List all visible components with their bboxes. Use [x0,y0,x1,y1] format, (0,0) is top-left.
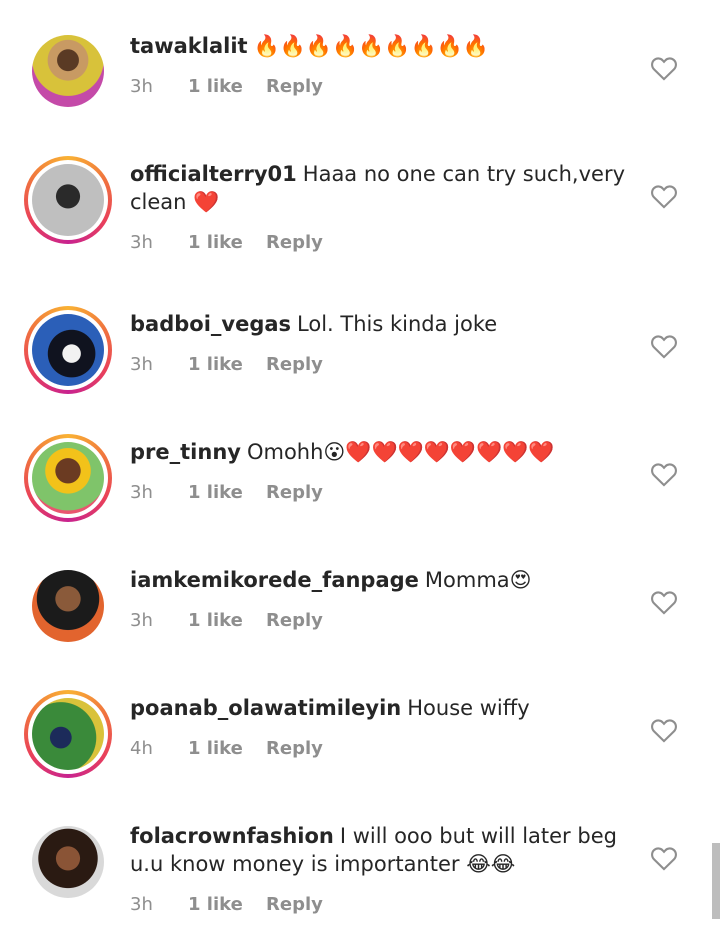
comment-username[interactable]: folacrownfashion [130,824,334,848]
comment-body: Omohh😮❤️❤️❤️❤️❤️❤️❤️❤️ [246,440,555,464]
story-ring [24,434,112,522]
comment-meta: 4h 1 like Reply [130,738,323,759]
story-ring [24,156,112,244]
comment-likes[interactable]: 1 like [188,738,266,759]
comment-time: 3h [130,482,153,503]
comment-meta: 3h 1 like Reply [130,354,323,375]
comment-meta: 3h 1 like Reply [130,76,323,97]
comment-likes[interactable]: 1 like [188,354,266,375]
comment-likes[interactable]: 1 like [188,76,266,97]
reply-button[interactable]: Reply [266,354,323,375]
comment-username[interactable]: tawaklalit [130,34,248,58]
comment-meta: 3h 1 like Reply [130,894,323,915]
comment-likes[interactable]: 1 like [188,610,266,631]
avatar-image [32,570,104,642]
reply-button[interactable]: Reply [266,482,323,503]
reply-button[interactable]: Reply [266,894,323,915]
comment-text: iamkemikorede_fanpage Momma😍 [130,566,630,594]
comment-time: 3h [130,76,153,97]
reply-button[interactable]: Reply [266,76,323,97]
comment-body: Momma😍 [424,568,532,592]
scrollbar[interactable] [712,843,720,919]
comment-text: badboi_vegas Lol. This kinda joke [130,310,630,338]
reply-button[interactable]: Reply [266,232,323,253]
avatar[interactable] [24,434,112,522]
comment-username[interactable]: pre_tinny [130,440,241,464]
heart-outline-icon[interactable] [650,333,678,359]
avatar[interactable] [24,690,112,778]
comment-body: House wiffy [407,696,530,720]
comment-likes[interactable]: 1 like [188,894,266,915]
comment-time: 3h [130,610,153,631]
comment-text: officialterry01 Haaa no one can try such,… [130,160,630,216]
story-ring [24,690,112,778]
comment-time: 4h [130,738,153,759]
avatar[interactable] [24,27,112,115]
reply-button[interactable]: Reply [266,738,323,759]
comment-meta: 3h 1 like Reply [130,482,323,503]
comment-text: poanab_olawatimileyin House wiffy [130,694,630,722]
heart-outline-icon[interactable] [650,717,678,743]
heart-outline-icon[interactable] [650,845,678,871]
heart-outline-icon[interactable] [650,55,678,81]
comment-time: 3h [130,894,153,915]
comment-text: pre_tinny Omohh😮❤️❤️❤️❤️❤️❤️❤️❤️ [130,438,630,466]
avatar[interactable] [24,818,112,906]
avatar-image [32,698,104,770]
reply-button[interactable]: Reply [266,610,323,631]
comment-username[interactable]: officialterry01 [130,162,297,186]
comment-body: 🔥🔥🔥🔥🔥🔥🔥🔥🔥 [253,34,489,58]
avatar-image [32,35,104,107]
comment-text: folacrownfashion I will ooo but will late… [130,822,630,878]
comment-likes[interactable]: 1 like [188,482,266,503]
avatar-image [32,314,104,386]
avatar[interactable] [24,156,112,244]
avatar-image [32,164,104,236]
comment-meta: 3h 1 like Reply [130,610,323,631]
avatar[interactable] [24,306,112,394]
comment-username[interactable]: iamkemikorede_fanpage [130,568,419,592]
heart-outline-icon[interactable] [650,461,678,487]
comment-username[interactable]: badboi_vegas [130,312,291,336]
avatar-image [32,442,104,514]
avatar[interactable] [24,562,112,650]
heart-outline-icon[interactable] [650,589,678,615]
heart-outline-icon[interactable] [650,183,678,209]
comment-username[interactable]: poanab_olawatimileyin [130,696,401,720]
comment-body: Lol. This kinda joke [297,312,498,336]
comment-likes[interactable]: 1 like [188,232,266,253]
comment-time: 3h [130,232,153,253]
comment-text: tawaklalit 🔥🔥🔥🔥🔥🔥🔥🔥🔥 [130,32,630,60]
story-ring [24,306,112,394]
avatar-image [32,826,104,898]
comment-time: 3h [130,354,153,375]
comment-meta: 3h 1 like Reply [130,232,323,253]
